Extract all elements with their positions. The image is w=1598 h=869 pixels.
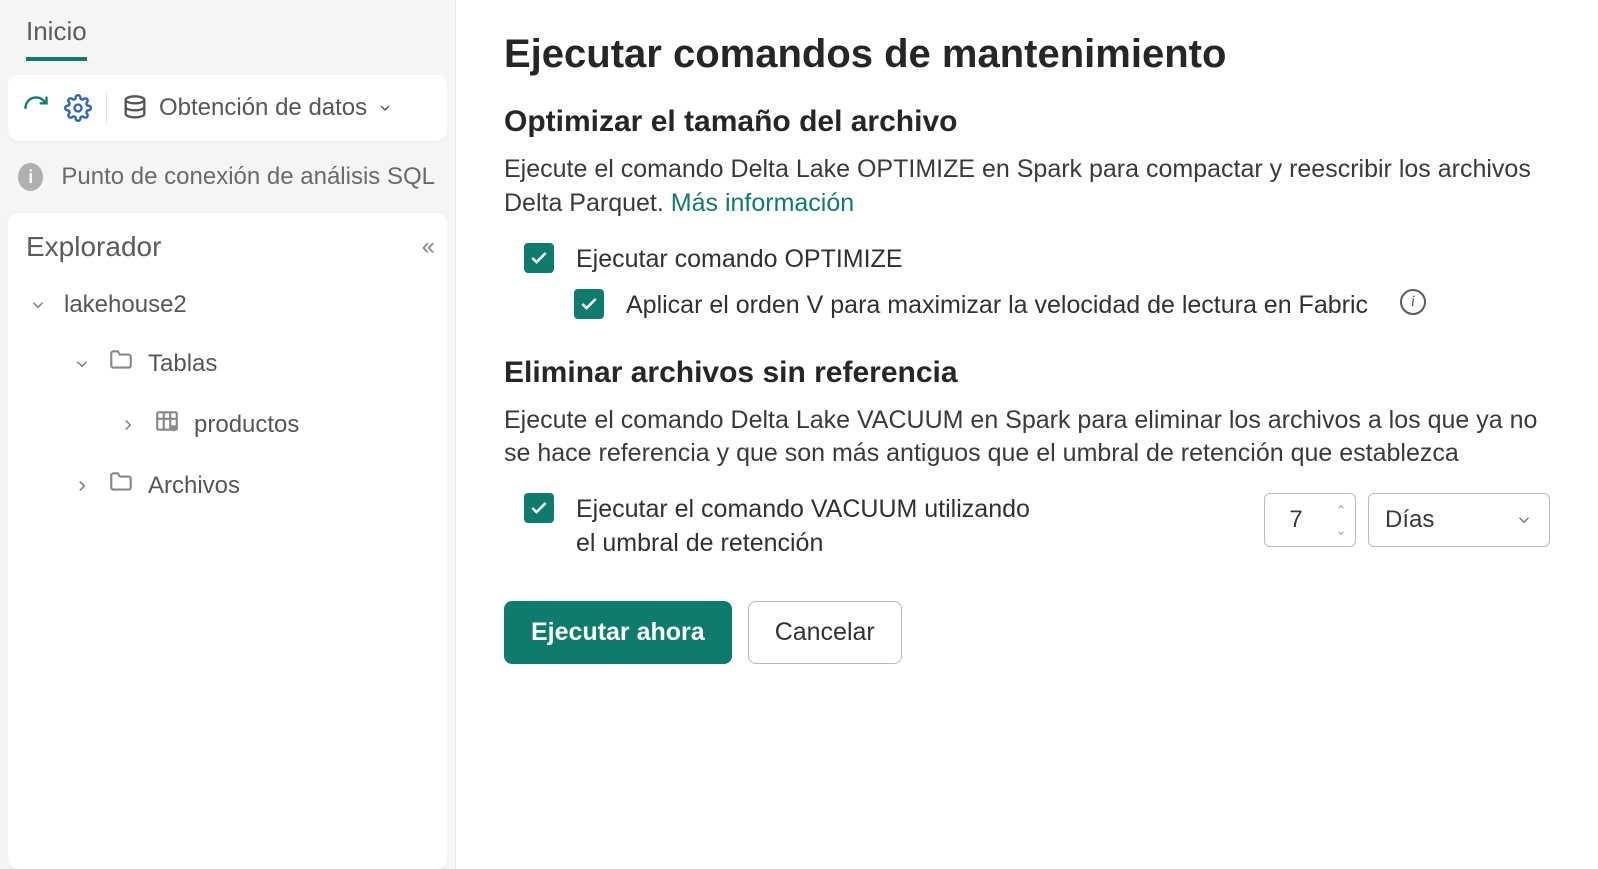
panel-button-row: Ejecutar ahora Cancelar — [504, 601, 1550, 664]
vacuum-description: Ejecute el comando Delta Lake VACUUM en … — [504, 404, 1550, 472]
explorer-card: Explorador « lakehouse2 — [8, 213, 447, 869]
vacuum-checkbox-label: Ejecutar el comando VACUUM utilizando el… — [576, 493, 1046, 561]
tree-item-productos[interactable]: productos — [8, 394, 447, 455]
stepper-up-button[interactable] — [1327, 494, 1355, 520]
checkbox-vorder[interactable] — [574, 289, 604, 319]
refresh-button[interactable] — [22, 94, 50, 122]
retention-value-stepper[interactable]: 7 — [1264, 493, 1356, 547]
optimize-checkbox-label: Ejecutar comando OPTIMIZE — [576, 243, 903, 276]
maintenance-panel: Ejecutar comandos de mantenimiento Optim… — [455, 0, 1598, 869]
banner-text: Punto de conexión de análisis SQL par — [61, 163, 437, 191]
retention-unit-select[interactable]: Días — [1368, 493, 1550, 547]
explorer-tree: lakehouse2 Tablas — [8, 277, 447, 516]
info-icon: i — [18, 163, 43, 191]
tree-root-label: lakehouse2 — [64, 291, 187, 319]
folder-icon — [108, 347, 134, 380]
gear-icon — [64, 94, 92, 122]
vorder-checkbox-row: Aplicar el orden V para maximizar la vel… — [574, 289, 1550, 322]
tree-root-lakehouse[interactable]: lakehouse2 — [8, 277, 447, 333]
tree-productos-label: productos — [194, 411, 299, 439]
optimize-heading: Optimizar el tamaño del archivo — [504, 105, 1550, 139]
run-now-button[interactable]: Ejecutar ahora — [504, 601, 732, 664]
left-column: Inicio — [0, 0, 455, 869]
folder-icon — [108, 469, 134, 502]
database-icon — [121, 94, 149, 122]
tree-node-files[interactable]: Archivos — [8, 455, 447, 516]
tab-home[interactable]: Inicio — [26, 16, 87, 61]
stepper-down-button[interactable] — [1327, 520, 1355, 546]
chevron-down-icon — [70, 355, 94, 373]
checkbox-vacuum[interactable] — [524, 493, 554, 523]
optimize-description: Ejecute el comando Delta Lake OPTIMIZE e… — [504, 153, 1550, 221]
chevron-right-icon — [70, 477, 94, 495]
sql-endpoint-banner: i Punto de conexión de análisis SQL par — [8, 155, 447, 199]
optimize-checkbox-row: Ejecutar comando OPTIMIZE — [524, 243, 1550, 276]
settings-button[interactable] — [64, 94, 92, 122]
tree-tables-label: Tablas — [148, 350, 217, 378]
tab-row: Inicio — [8, 8, 447, 61]
toolbar: Obtención de datos — [8, 75, 447, 141]
toolbar-divider — [106, 91, 107, 125]
refresh-icon — [22, 94, 50, 122]
vacuum-heading: Eliminar archivos sin referencia — [504, 356, 1550, 390]
retention-value: 7 — [1265, 494, 1327, 546]
chevron-down-icon — [377, 100, 393, 116]
retention-unit-value: Días — [1385, 506, 1434, 534]
info-icon[interactable]: i — [1400, 289, 1426, 315]
vacuum-section: Eliminar archivos sin referencia Ejecute… — [504, 356, 1550, 561]
optimize-section: Optimizar el tamaño del archivo Ejecute … — [504, 105, 1550, 322]
chevron-down-icon — [26, 296, 50, 314]
tree-node-tables[interactable]: Tablas — [8, 333, 447, 394]
vorder-checkbox-label: Aplicar el orden V para maximizar la vel… — [626, 289, 1368, 322]
collapse-pane-icon[interactable]: « — [422, 233, 429, 261]
chevron-down-icon — [1515, 511, 1533, 529]
get-data-label: Obtención de datos — [159, 94, 367, 122]
table-icon — [154, 408, 180, 441]
explorer-title: Explorador — [26, 231, 161, 263]
tree-files-label: Archivos — [148, 472, 240, 500]
get-data-button[interactable]: Obtención de datos — [121, 94, 393, 122]
chevron-right-icon — [116, 416, 140, 434]
cancel-button[interactable]: Cancelar — [748, 601, 902, 664]
learn-more-link[interactable]: Más información — [671, 189, 854, 217]
checkbox-optimize[interactable] — [524, 243, 554, 273]
panel-title: Ejecutar comandos de mantenimiento — [504, 32, 1550, 77]
